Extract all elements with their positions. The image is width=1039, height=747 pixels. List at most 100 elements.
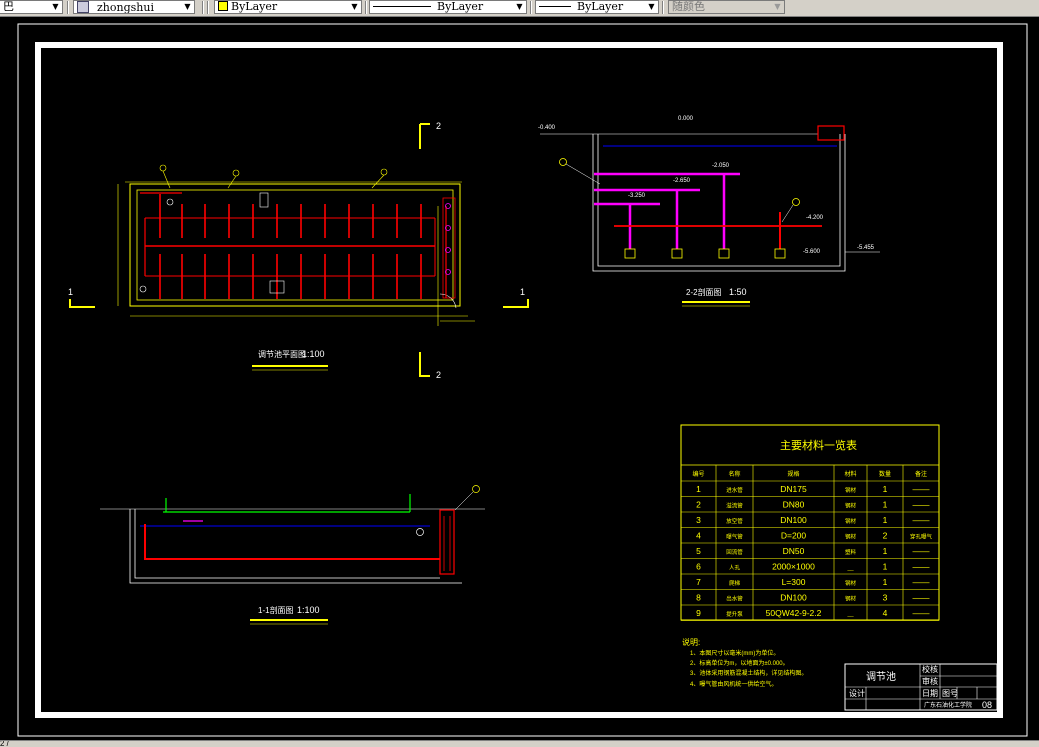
section22-leader-line bbox=[781, 204, 794, 223]
table-border bbox=[680, 424, 940, 621]
table-cell: __ bbox=[846, 566, 854, 572]
table-cell: 钢材 bbox=[845, 517, 857, 525]
plan-leader-marker bbox=[232, 169, 240, 177]
linetype-value: ByLayer bbox=[437, 0, 484, 13]
note-item: 1、本图尺寸以毫米(mm)为单位。 bbox=[690, 649, 779, 657]
sheet-border bbox=[17, 23, 1028, 737]
linetype-dropdown[interactable]: ByLayer ▼ bbox=[369, 0, 527, 14]
title-block-label: 设计 bbox=[849, 688, 865, 698]
chevron-down-icon[interactable]: ▼ bbox=[645, 1, 658, 13]
toolbar-separator bbox=[365, 1, 367, 14]
table-cell: DN100 bbox=[780, 593, 807, 603]
table-cell: DN175 bbox=[780, 484, 807, 494]
plan-outer-wall bbox=[129, 183, 461, 307]
table-header-cell: 材料 bbox=[844, 470, 856, 478]
table-cell: 1 bbox=[696, 484, 701, 494]
model-space-canvas[interactable]: 1 1 2 2 调节池平面图 1:100 -0.400 0.000 -2.050… bbox=[0, 16, 1039, 740]
level-label: -2.650 bbox=[673, 178, 691, 184]
table-cell: 溢流管 bbox=[726, 502, 743, 510]
chevron-down-icon[interactable]: ▼ bbox=[513, 1, 526, 13]
chevron-down-icon[interactable]: ▼ bbox=[771, 1, 784, 13]
linetype-sample-icon bbox=[373, 6, 431, 7]
plan-title: 调节池平面图 bbox=[258, 349, 306, 359]
level-label: -3.250 bbox=[628, 193, 646, 199]
materials-table: 主要材料一览表 编号 名称 规格 材料 数量 备注 1 进水管 DN175 钢材 1 —— 2 溢流管 DN… bbox=[680, 424, 940, 621]
table-cell: 钢材 bbox=[845, 502, 857, 510]
table-cell: 1 bbox=[883, 500, 888, 510]
text-style-dropdown[interactable]: zhongshui ▼ bbox=[73, 0, 195, 14]
table-cell: 钢材 bbox=[845, 486, 857, 494]
table-header-cell: 名称 bbox=[728, 470, 740, 478]
table-cell: 1 bbox=[883, 484, 888, 494]
pump-icon bbox=[718, 248, 730, 259]
table-cell: —— bbox=[913, 484, 931, 494]
table-cell: 回流管 bbox=[726, 548, 743, 556]
title-block-school: 广东石油化工学院 bbox=[924, 701, 972, 709]
table-header-cell: 备注 bbox=[915, 470, 927, 478]
cad-drawing: 1 1 2 2 调节池平面图 1:100 -0.400 0.000 -2.050… bbox=[17, 23, 1028, 737]
plan-leader-marker bbox=[166, 198, 174, 206]
table-header-cell: 数量 bbox=[879, 470, 891, 478]
table-cell: —— bbox=[913, 546, 931, 556]
section22-inner-wall bbox=[597, 134, 841, 267]
plan-leader-marker bbox=[159, 164, 167, 172]
section22-scale: 1:50 bbox=[729, 287, 747, 297]
color-dropdown[interactable]: ByLayer ▼ bbox=[214, 0, 362, 14]
section-mark-1-left: 1 bbox=[68, 287, 73, 297]
table-cell: 9 bbox=[696, 608, 701, 618]
notes-heading: 说明: bbox=[682, 637, 700, 647]
plan-leader-line bbox=[371, 174, 385, 189]
table-cell: 2 bbox=[883, 531, 888, 541]
title-block-name: 调节池 bbox=[866, 670, 896, 683]
chevron-down-icon[interactable]: ▼ bbox=[49, 1, 62, 13]
section-mark-2-bottom: 2 bbox=[436, 370, 441, 380]
toolbar-separator bbox=[207, 1, 209, 14]
table-cell: 1 bbox=[883, 577, 888, 587]
table-body: 编号 名称 规格 材料 数量 备注 1 进水管 DN175 钢材 1 —— 2 溢流管 DN80 钢材 1 —— 3… bbox=[681, 465, 939, 621]
section-cut-1-right bbox=[503, 299, 529, 308]
table-cell: 钢材 bbox=[845, 579, 857, 587]
table-cell: 3 bbox=[883, 593, 888, 603]
section22-title: 2-2剖面图 bbox=[686, 287, 722, 297]
table-cell: 4 bbox=[883, 608, 888, 618]
toolbar-separator bbox=[662, 1, 664, 14]
level-label: 0.000 bbox=[678, 116, 694, 122]
table-cell: __ bbox=[846, 612, 854, 618]
table-cell: —— bbox=[913, 577, 931, 587]
section-2-2: -0.400 0.000 -2.050 -2.650 -3.250 -4.200… bbox=[538, 116, 880, 307]
toolbar-separator bbox=[202, 1, 204, 14]
text-style-icon bbox=[77, 1, 89, 13]
table-cell: 放空管 bbox=[726, 517, 743, 525]
table-cell: 爬梯 bbox=[729, 579, 741, 587]
table-cell: 50QW42-9-2.2 bbox=[766, 608, 822, 618]
title-block-label: 审核 bbox=[922, 676, 938, 686]
section11-wall-outer bbox=[129, 509, 462, 584]
level-label: -5.455 bbox=[857, 245, 875, 251]
section22-leader-marker bbox=[792, 198, 800, 206]
table-title: 主要材料一览表 bbox=[780, 438, 857, 452]
section22-leader-marker bbox=[559, 158, 567, 166]
plan-leader-line bbox=[162, 170, 171, 189]
plan-manhole bbox=[259, 192, 269, 208]
table-cell: —— bbox=[913, 562, 931, 572]
properties-toolbar: 巴 ▼ zhongshui ▼ ByLayer ▼ ByLayer ▼ ByLa… bbox=[0, 0, 1039, 17]
table-cell: 人孔 bbox=[729, 564, 741, 572]
level-label: -2.050 bbox=[712, 163, 730, 169]
text-style-value: zhongshui bbox=[97, 1, 154, 14]
section-1-1: 1-1剖面图 1:100 bbox=[100, 485, 485, 625]
chevron-down-icon[interactable]: ▼ bbox=[348, 1, 361, 13]
table-cell: DN80 bbox=[783, 500, 805, 510]
plan-scale: 1:100 bbox=[302, 349, 325, 359]
toolbar-left-fragment[interactable]: 巴 ▼ bbox=[0, 0, 63, 14]
table-cell: 出水管 bbox=[726, 595, 743, 603]
table-cell: 2 bbox=[696, 500, 701, 510]
lineweight-dropdown[interactable]: ByLayer ▼ bbox=[535, 0, 659, 14]
table-cell: 钢材 bbox=[845, 533, 857, 541]
title-block: 调节池 设计 校核 审核 日期 图号 广东石油化工学院 08 bbox=[844, 663, 998, 711]
table-cell: 钢材 bbox=[845, 595, 857, 603]
plot-style-dropdown[interactable]: 随颜色 ▼ bbox=[668, 0, 785, 14]
chevron-down-icon[interactable]: ▼ bbox=[181, 1, 194, 13]
table-cell: —— bbox=[913, 593, 931, 603]
pump-icon bbox=[624, 248, 636, 259]
table-cell: 3 bbox=[696, 515, 701, 525]
